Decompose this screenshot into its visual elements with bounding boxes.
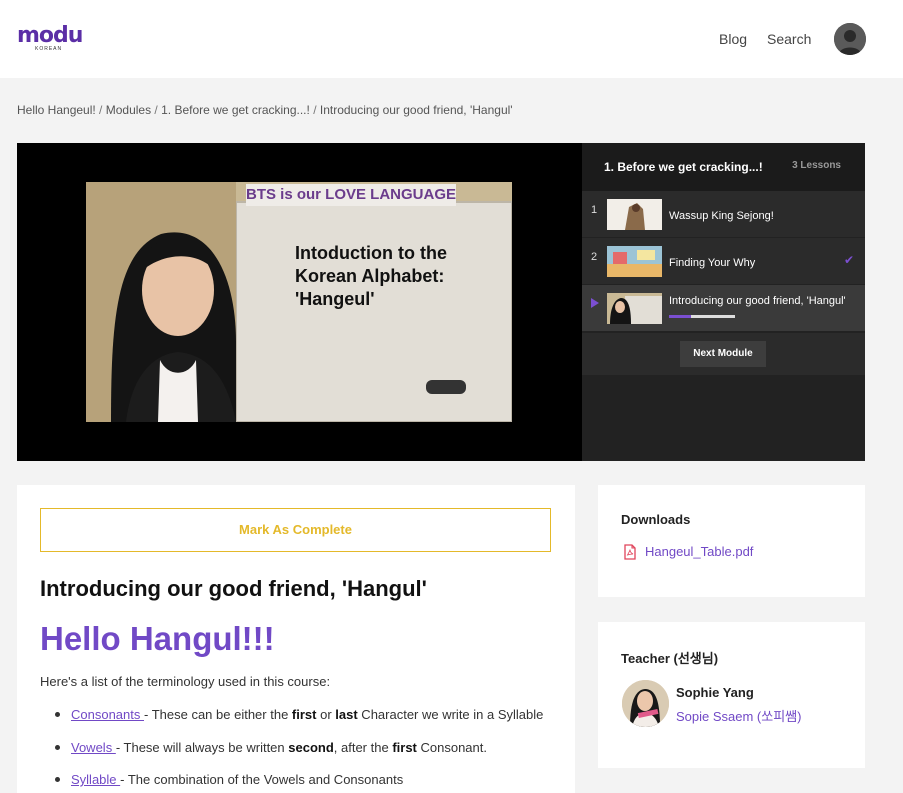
playlist-footer: Next Module <box>582 333 865 375</box>
video-overlay-title: Intoduction to the Korean Alphabet: 'Han… <box>295 243 447 309</box>
terminology-intro: Here's a list of the terminology used in… <box>40 674 331 689</box>
lesson-title: Finding Your Why <box>669 257 756 269</box>
playlist-item-1[interactable]: 1 Wassup King Sejong! <box>582 191 865 237</box>
breadcrumb-module[interactable]: 1. Before we get cracking...! <box>161 103 310 117</box>
lesson-playlist: 1. Before we get cracking...! 3 Lessons … <box>582 143 865 461</box>
lesson-thumbnail <box>607 199 662 230</box>
teacher-name: Sophie Yang <box>676 685 754 700</box>
teacher-card: Teacher (선생님) Sophie Yang Sopie Ssaem (쏘… <box>598 622 865 768</box>
playlist-header: 1. Before we get cracking...! 3 Lessons <box>582 143 865 191</box>
nav-blog-link[interactable]: Blog <box>719 31 747 47</box>
breadcrumb-modules[interactable]: Modules <box>106 103 151 117</box>
playlist-item-3-active[interactable]: Introducing our good friend, 'Hangul' <box>582 285 865 331</box>
lesson-number: 2 <box>591 251 598 263</box>
next-module-button[interactable]: Next Module <box>680 341 766 367</box>
lesson-thumbnail <box>607 246 662 277</box>
breadcrumb-current-lesson: Introducing our good friend, 'Hangul' <box>319 103 513 117</box>
bullet <box>55 745 60 750</box>
completed-check-icon: ✔ <box>843 253 854 267</box>
breadcrumb: Hello Hangeul! / Modules / 1. Before we … <box>17 103 513 117</box>
playlist-item-2[interactable]: 2 Finding Your Why ✔ <box>582 238 865 284</box>
video-frame[interactable]: BTS is our LOVE LANGUAGE Intoduction to … <box>86 182 512 422</box>
video-banner-text: BTS is our LOVE LANGUAGE <box>246 184 456 206</box>
download-file-name[interactable]: Hangeul_Table.pdf <box>645 544 753 559</box>
lesson-main-heading: Hello Hangul!!! <box>40 620 275 657</box>
bullet <box>55 712 60 717</box>
downloads-card: Downloads Hangeul_Table.pdf <box>598 485 865 597</box>
top-navigation-bar: modu KOREAN Blog Search <box>0 0 903 78</box>
now-playing-icon <box>591 298 599 308</box>
user-silhouette-icon <box>834 23 866 55</box>
lesson-number: 1 <box>591 204 598 216</box>
teacher-avatar <box>622 680 669 727</box>
nav-search-link[interactable]: Search <box>767 31 811 47</box>
downloads-heading: Downloads <box>621 512 691 527</box>
modu-korean-logo[interactable]: modu KOREAN <box>17 24 83 54</box>
module-title: 1. Before we get cracking...! <box>604 160 763 174</box>
teacher-heading: Teacher (선생님) <box>621 651 719 666</box>
video-player[interactable]: BTS is our LOVE LANGUAGE Intoduction to … <box>17 143 582 461</box>
lesson-thumbnail <box>607 293 662 324</box>
pdf-file-icon <box>624 544 636 560</box>
logo-text: modu <box>17 23 83 48</box>
mark-as-complete-button[interactable]: Mark As Complete <box>40 508 551 552</box>
lesson-title-heading: Introducing our good friend, 'Hangul' <box>40 576 427 601</box>
logo-subtext: KOREAN <box>35 46 63 52</box>
lesson-progress-bar <box>669 315 735 318</box>
user-avatar[interactable] <box>834 23 866 55</box>
term-link-consonants[interactable]: Consonants <box>71 707 144 722</box>
term-link-vowels[interactable]: Vowels <box>71 740 116 755</box>
lesson-title: Introducing our good friend, 'Hangul' <box>669 295 846 307</box>
lesson-count: 3 Lessons <box>792 160 841 171</box>
breadcrumb-course[interactable]: Hello Hangeul! <box>17 103 96 117</box>
term-link-syllable[interactable]: Syllable <box>71 772 120 787</box>
bullet <box>55 777 60 782</box>
teacher-nickname-link[interactable]: Sopie Ssaem (쏘피쌤) <box>676 706 801 725</box>
lesson-title: Wassup King Sejong! <box>669 210 774 222</box>
lesson-progress-fill <box>669 315 691 318</box>
lesson-content-card: Mark As Complete Introducing our good fr… <box>17 485 575 793</box>
